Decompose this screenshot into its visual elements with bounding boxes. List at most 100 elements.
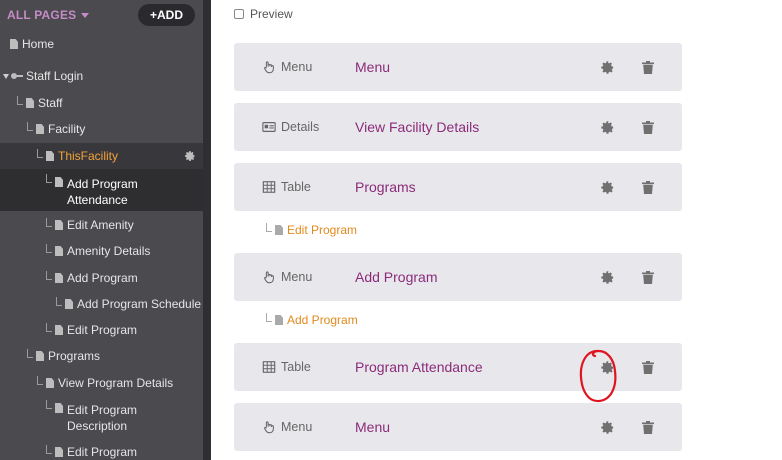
key-icon: [11, 72, 23, 80]
page-icon: [55, 273, 63, 283]
table-grid-icon: [262, 181, 276, 193]
sidebar-item-label: Edit Program Description: [67, 403, 138, 433]
page-icon: [55, 246, 63, 256]
sidebar-item-staff[interactable]: Staff: [0, 90, 203, 116]
sidebar-item-label: Staff Login: [26, 69, 84, 83]
sidebar-item-label: View Program Details: [58, 376, 174, 390]
view-name-link[interactable]: Menu: [355, 419, 390, 435]
sidebar-item-facility[interactable]: Facility: [0, 116, 203, 142]
sidebar-item-view-program-details[interactable]: View Program Details: [0, 370, 203, 396]
trash-icon[interactable]: [642, 421, 654, 434]
preview-checkbox[interactable]: [234, 9, 244, 19]
sidebar-item-label: Add Program: [67, 271, 138, 285]
sidebar-item-label: Add Program Schedule: [77, 297, 202, 311]
trash-icon[interactable]: [642, 61, 654, 74]
child-page-add-program[interactable]: Add Program: [266, 313, 358, 327]
sidebar-item-label: Edit Program: [67, 323, 138, 337]
gear-icon[interactable]: [600, 360, 615, 375]
page-icon: [275, 315, 283, 325]
sidebar-item-thisfacility[interactable]: ThisFacility: [0, 143, 203, 169]
add-page-button[interactable]: +ADD: [137, 4, 195, 26]
trash-icon[interactable]: [642, 121, 654, 134]
sidebar-item-label: Amenity Details: [67, 244, 151, 258]
page-icon: [55, 325, 63, 335]
all-pages-dropdown[interactable]: ALL PAGES: [7, 8, 90, 22]
view-card-table-programs[interactable]: Table Programs: [234, 163, 682, 211]
sidebar-item-add-program-attendance[interactable]: Add Program Attendance: [0, 169, 203, 211]
view-card-menu-add-program[interactable]: Menu Add Program: [234, 253, 682, 301]
tree-connector: [46, 323, 52, 332]
view-card-table-program-attendance[interactable]: Table Program Attendance: [234, 343, 682, 391]
view-type-label: Details: [281, 120, 320, 134]
page-icon: [10, 39, 18, 49]
page-icon: [55, 220, 63, 230]
gear-icon[interactable]: [600, 120, 615, 135]
tree-connector: [37, 376, 43, 385]
sidebar-item-label: Staff: [38, 96, 63, 110]
sidebar-item-programs[interactable]: Programs: [0, 343, 203, 369]
pointer-hand-icon: [264, 421, 274, 434]
sidebar-item-home[interactable]: Home: [0, 31, 203, 57]
app-window: ALL PAGES +ADD Home Staff Login Staff Fa…: [0, 0, 782, 460]
view-name-link[interactable]: Add Program: [355, 269, 437, 285]
tree-connector: [37, 149, 43, 158]
view-name-link[interactable]: View Facility Details: [355, 119, 479, 135]
page-icon: [65, 299, 73, 309]
pointer-hand-icon: [264, 271, 274, 284]
view-type-label: Menu: [281, 270, 313, 284]
sidebar-item-edit-amenity[interactable]: Edit Amenity: [0, 212, 203, 238]
gear-icon[interactable]: [600, 270, 615, 285]
sidebar-header: ALL PAGES +ADD: [0, 0, 203, 30]
view-type-label: Menu: [281, 420, 313, 434]
tree-connector: [46, 400, 52, 409]
view-card-menu[interactable]: Menu Menu: [234, 43, 682, 91]
view-card-menu-bottom[interactable]: Menu Menu: [234, 403, 682, 451]
pages-sidebar: ALL PAGES +ADD Home Staff Login Staff Fa…: [0, 0, 203, 460]
child-page-label: Edit Program: [287, 223, 358, 237]
sidebar-item-staff-login[interactable]: Staff Login: [0, 63, 203, 89]
sidebar-item-edit-program-2[interactable]: Edit Program: [0, 439, 203, 460]
sidebar-item-label: Programs: [48, 349, 101, 363]
page-icon: [46, 151, 54, 161]
sidebar-item-add-program[interactable]: Add Program: [0, 265, 203, 291]
sidebar-item-add-program-schedule[interactable]: Add Program Schedule: [0, 291, 203, 317]
child-page-edit-program[interactable]: Edit Program: [266, 223, 357, 237]
tree-connector: [266, 313, 272, 322]
sidebar-item-label: Add Program Attendance: [67, 177, 138, 207]
view-name-link[interactable]: Program Attendance: [355, 359, 483, 375]
child-page-label: Add Program: [287, 313, 358, 327]
sidebar-item-label: Edit Amenity: [67, 218, 134, 232]
expand-triangle-icon: [3, 73, 9, 79]
trash-icon[interactable]: [642, 271, 654, 284]
tree-connector: [46, 271, 52, 280]
gear-icon[interactable]: [600, 60, 615, 75]
view-name-link[interactable]: Programs: [355, 179, 416, 195]
gear-icon[interactable]: [600, 420, 615, 435]
trash-icon[interactable]: [642, 181, 654, 194]
view-name-link[interactable]: Menu: [355, 59, 390, 75]
tree-connector: [46, 218, 52, 227]
page-icon: [26, 98, 34, 108]
tree-connector: [17, 96, 23, 105]
page-icon: [36, 351, 44, 361]
page-icon: [55, 403, 63, 413]
all-pages-label: ALL PAGES: [7, 8, 77, 22]
gear-icon[interactable]: [184, 150, 196, 162]
sidebar-item-amenity-details[interactable]: Amenity Details: [0, 238, 203, 264]
chevron-down-icon: [81, 13, 90, 18]
trash-icon[interactable]: [642, 361, 654, 374]
tree-connector: [27, 349, 33, 358]
sidebar-item-edit-program-description[interactable]: Edit Program Description: [0, 396, 203, 436]
pointer-hand-icon: [264, 61, 274, 74]
view-type-label: Menu: [281, 60, 313, 74]
view-card-details[interactable]: Details View Facility Details: [234, 103, 682, 151]
tree-connector: [46, 445, 52, 454]
preview-toggle[interactable]: Preview: [234, 7, 293, 21]
page-icon: [275, 225, 283, 235]
sidebar-item-label: Facility: [48, 122, 86, 136]
sidebar-item-label: Home: [22, 37, 55, 51]
gear-icon[interactable]: [600, 180, 615, 195]
sidebar-scroll-edge: [203, 0, 211, 460]
details-card-icon: [262, 122, 276, 132]
sidebar-item-edit-program[interactable]: Edit Program: [0, 317, 203, 343]
